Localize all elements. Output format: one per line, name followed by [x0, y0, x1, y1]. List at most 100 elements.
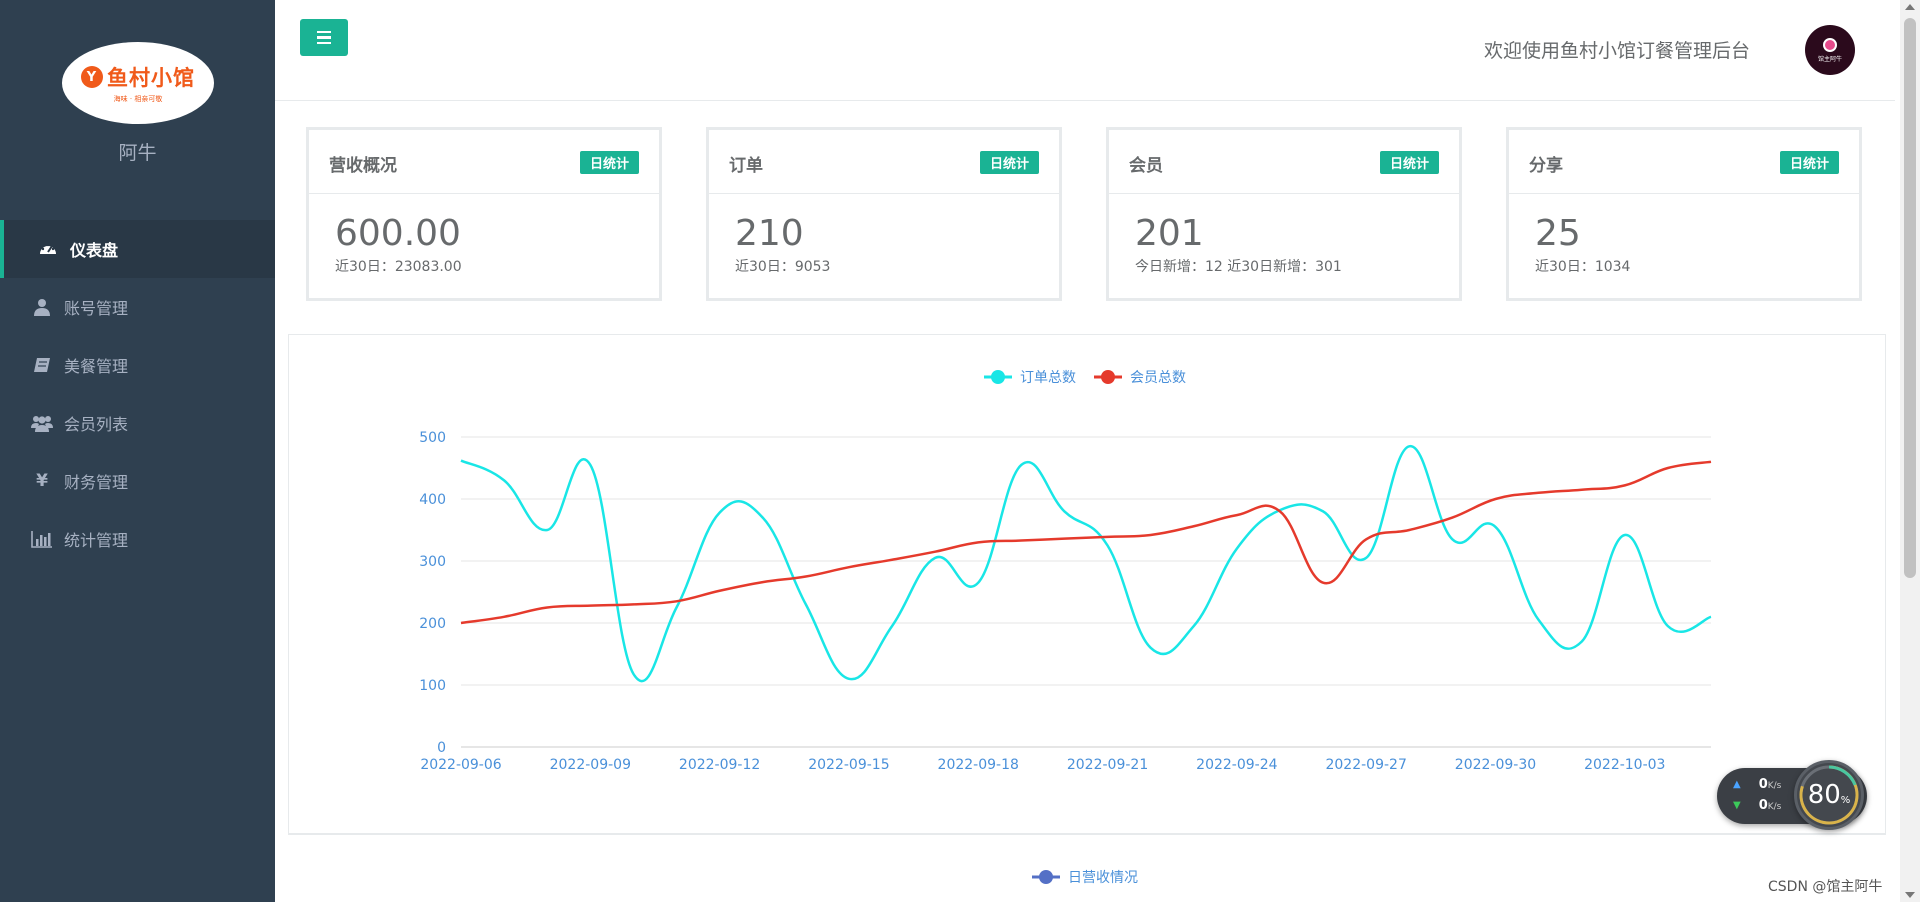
stat-card-members: 会员 日统计 201 今日新增：12 近30日新增：301 — [1106, 127, 1462, 301]
scroll-down-icon[interactable] — [1905, 892, 1915, 898]
stat-card-badge: 日统计 — [1779, 151, 1839, 174]
stat-card-title: 营收概况 — [329, 156, 397, 176]
y-tick-label: 500 — [419, 430, 446, 446]
dashboard-icon — [36, 240, 60, 258]
stat-card-badge: 日统计 — [1379, 151, 1439, 174]
sidebar-item-label: 仪表盘 — [70, 241, 119, 260]
upload-arrow-icon: ▲ — [1733, 779, 1741, 790]
gauge-percent-unit: % — [1840, 795, 1851, 806]
sidebar: Y 鱼村小馆 海味 · 相亲可敬 阿牛 仪表盘 账号管理 美餐管理 会员列表 ¥… — [0, 0, 275, 902]
orders-members-chart-panel: 订单总数 会员总数 0 100 200 300 400 500 2022-09-06 2022-0… — [288, 334, 1886, 834]
sidebar-item-label: 账号管理 — [64, 299, 129, 318]
hamburger-icon — [317, 30, 331, 34]
x-tick-label: 2022-09-18 — [938, 757, 1019, 773]
memory-usage-gauge[interactable]: 80% — [1794, 760, 1864, 830]
y-tick-label: 400 — [419, 492, 446, 508]
stat-card-badge: 日统计 — [579, 151, 639, 174]
stat-card-title: 分享 — [1529, 156, 1563, 176]
bar-chart-icon — [30, 530, 54, 548]
scroll-up-icon[interactable] — [1905, 4, 1915, 10]
upload-speed: 0 — [1758, 777, 1768, 792]
daily-revenue-chart-panel: 日营收情况 — [288, 834, 1886, 914]
x-tick-label: 2022-09-30 — [1455, 757, 1536, 773]
stat-card-subtext: 近30日：23083.00 — [335, 259, 462, 275]
avatar[interactable]: 馆主阿牛 — [1805, 25, 1855, 75]
legend-label: 订单总数 — [1020, 370, 1076, 386]
stat-card-value: 201 — [1135, 213, 1204, 254]
stat-card-revenue: 营收概况 日统计 600.00 近30日：23083.00 — [306, 127, 662, 301]
stat-card-header: 营收概况 日统计 — [309, 130, 659, 194]
logo-text: 鱼村小馆 — [107, 66, 195, 90]
download-unit: K/s — [1767, 802, 1782, 812]
scrollbar-thumb[interactable] — [1904, 18, 1916, 578]
x-tick-label: 2022-09-24 — [1196, 757, 1277, 773]
x-tick-label: 2022-09-21 — [1067, 757, 1148, 773]
series-line — [460, 460, 1712, 625]
legend-marker — [1039, 870, 1053, 884]
stat-card-subtext: 近30日：1034 — [1535, 259, 1631, 275]
y-tick-label: 300 — [419, 554, 446, 570]
stat-card-header: 会员 日统计 — [1109, 130, 1459, 194]
stat-card-value: 600.00 — [335, 213, 461, 254]
watermark: CSDN @馆主阿牛 — [1768, 879, 1883, 895]
upload-unit: K/s — [1767, 781, 1782, 791]
user-icon — [30, 298, 54, 316]
yen-icon: ¥ — [36, 471, 48, 491]
sidebar-item-finance[interactable]: ¥ 财务管理 — [0, 452, 275, 510]
series-line — [460, 445, 1712, 683]
hamburger-line — [317, 36, 331, 39]
sidebar-item-label: 统计管理 — [64, 531, 129, 550]
sidebar-nav: 仪表盘 账号管理 美餐管理 会员列表 ¥ 财务管理 统计管理 — [0, 220, 275, 568]
download-speed: 0 — [1758, 798, 1768, 813]
welcome-text: 欢迎使用鱼村小馆订餐管理后台 — [1483, 40, 1750, 62]
legend-item: 日营收情况 — [1032, 870, 1138, 886]
book-icon — [30, 357, 54, 373]
sidebar-item-accounts[interactable]: 账号管理 — [0, 278, 275, 336]
daily-revenue-line-chart: 日营收情况 — [1032, 870, 1138, 886]
x-tick-label: 2022-09-27 — [1325, 757, 1406, 773]
logo: Y 鱼村小馆 海味 · 相亲可敬 — [62, 42, 214, 124]
users-icon — [30, 414, 54, 432]
y-tick-label: 0 — [437, 740, 446, 756]
x-tick-label: 2022-09-12 — [679, 757, 760, 773]
menu-toggle-button[interactable] — [300, 19, 348, 56]
stat-card-shares: 分享 日统计 25 近30日：1034 — [1506, 127, 1862, 301]
sidebar-item-label: 财务管理 — [64, 473, 129, 492]
sidebar-item-statistics[interactable]: 统计管理 — [0, 510, 275, 568]
stat-card-header: 分享 日统计 — [1509, 130, 1859, 194]
stat-card-value: 210 — [735, 213, 804, 254]
legend-marker — [1101, 370, 1115, 384]
sidebar-item-label: 美餐管理 — [64, 357, 129, 376]
legend-label: 会员总数 — [1130, 370, 1186, 386]
avatar-text: 馆主阿牛 — [1817, 55, 1842, 63]
sidebar-item-dashboard[interactable]: 仪表盘 — [0, 220, 275, 278]
legend-item: 会员总数 — [1094, 370, 1186, 386]
stat-card-header: 订单 日统计 — [709, 130, 1059, 194]
sidebar-item-label: 会员列表 — [64, 415, 129, 434]
avatar-logo-icon — [1823, 37, 1837, 52]
legend-item: 订单总数 — [984, 370, 1076, 386]
stat-card-value: 25 — [1535, 213, 1581, 254]
legend-marker — [991, 370, 1005, 384]
x-tick-label: 2022-09-15 — [808, 757, 889, 773]
y-tick-label: 200 — [419, 616, 446, 632]
download-arrow-icon: ▼ — [1733, 800, 1741, 811]
x-tick-label: 2022-09-06 — [420, 757, 501, 773]
sidebar-item-members[interactable]: 会员列表 — [0, 394, 275, 452]
gauge-percent: 80 — [1807, 780, 1841, 810]
stat-card-subtext: 今日新增：12 近30日新增：301 — [1135, 259, 1342, 275]
y-tick-label: 100 — [419, 678, 446, 694]
stat-card-title: 订单 — [729, 156, 763, 176]
legend-label: 日营收情况 — [1068, 870, 1138, 886]
orders-members-line-chart: 订单总数 会员总数 0 100 200 300 400 500 2022-09-06 2022-0… — [419, 370, 1712, 773]
logo-tagline: 海味 · 相亲可敬 — [113, 95, 163, 103]
top-navbar: 欢迎使用鱼村小馆订餐管理后台 — [275, 0, 1895, 101]
sidebar-item-meals[interactable]: 美餐管理 — [0, 336, 275, 394]
page-scrollbar[interactable] — [1900, 0, 1920, 902]
x-tick-label: 2022-09-09 — [550, 757, 631, 773]
sidebar-username: 阿牛 — [118, 142, 157, 164]
x-tick-label: 2022-10-03 — [1584, 757, 1665, 773]
hamburger-line — [317, 41, 331, 45]
stat-card-title: 会员 — [1129, 156, 1163, 176]
logo-badge-icon: Y — [81, 66, 103, 88]
